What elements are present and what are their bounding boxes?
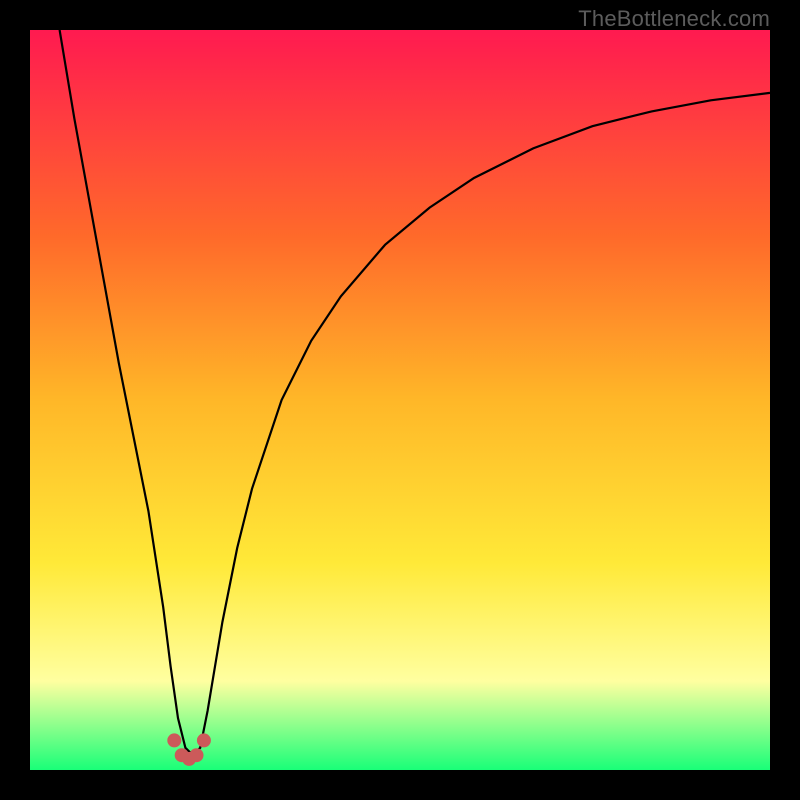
minimum-markers	[167, 733, 211, 766]
bottleneck-curve	[30, 30, 770, 770]
min-marker	[197, 733, 211, 747]
plot-area	[30, 30, 770, 770]
watermark-text: TheBottleneck.com	[578, 6, 770, 32]
min-marker	[190, 748, 204, 762]
min-marker	[167, 733, 181, 747]
chart-frame: TheBottleneck.com	[0, 0, 800, 800]
